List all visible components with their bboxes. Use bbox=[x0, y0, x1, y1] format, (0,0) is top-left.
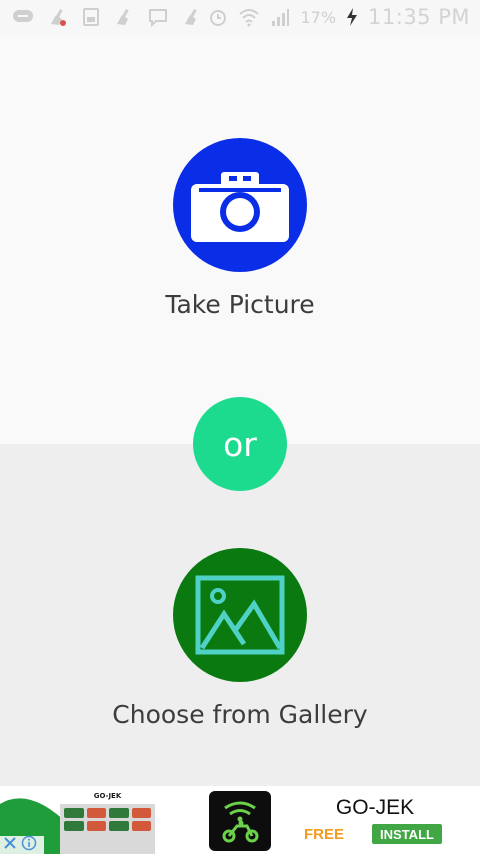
cleaner-icon bbox=[182, 7, 202, 27]
status-bar: 17% 11:35 PM bbox=[0, 0, 480, 34]
install-button[interactable]: INSTALL bbox=[372, 824, 442, 844]
take-picture-label[interactable]: Take Picture bbox=[165, 290, 314, 319]
ad-phone-preview: GO-JEK bbox=[60, 788, 155, 854]
ad-grid-tile bbox=[131, 808, 151, 818]
notification-icons bbox=[12, 7, 202, 27]
take-picture-button[interactable]: Take Picture bbox=[0, 138, 480, 319]
cleaner-icon bbox=[114, 7, 134, 27]
cleaner-icon bbox=[48, 7, 68, 27]
chat-icon bbox=[148, 7, 168, 27]
messaging-icon bbox=[12, 8, 34, 26]
ad-grid-tile bbox=[109, 808, 129, 818]
ad-phone-grid bbox=[60, 804, 155, 835]
or-divider: or bbox=[193, 397, 287, 491]
ad-title[interactable]: GO-JEK bbox=[300, 796, 450, 820]
alarm-icon bbox=[208, 7, 228, 27]
ad-grid-tile bbox=[64, 821, 84, 831]
ad-grid-tile bbox=[86, 808, 106, 818]
ad-banner[interactable]: GO-JEK GO-JEK FREE INSTALL bbox=[0, 786, 480, 854]
signal-icon bbox=[270, 7, 290, 27]
camera-icon[interactable] bbox=[173, 138, 307, 272]
battery-percent: 17% bbox=[300, 7, 337, 27]
scooter-rider-icon[interactable] bbox=[209, 791, 271, 851]
choose-from-gallery-label[interactable]: Choose from Gallery bbox=[112, 700, 367, 729]
ad-grid-tile bbox=[131, 821, 151, 831]
system-status: 17% 11:35 PM bbox=[208, 5, 470, 29]
close-icon[interactable] bbox=[2, 835, 18, 854]
clock: 11:35 PM bbox=[368, 5, 470, 29]
ad-grid-tile bbox=[86, 821, 106, 831]
ad-choices[interactable] bbox=[0, 835, 44, 854]
ad-grid-tile bbox=[64, 808, 84, 818]
info-icon[interactable] bbox=[21, 835, 37, 854]
app-screen: 17% 11:35 PM Take Picture or Choose from… bbox=[0, 0, 480, 854]
wifi-icon bbox=[238, 7, 260, 27]
ad-phone-header: GO-JEK bbox=[60, 788, 155, 804]
ad-grid-tile bbox=[109, 821, 129, 831]
charging-icon bbox=[346, 7, 358, 27]
gallery-icon bbox=[82, 7, 100, 27]
choose-from-gallery-button[interactable]: Choose from Gallery bbox=[0, 548, 480, 729]
gallery-image-icon[interactable] bbox=[173, 548, 307, 682]
ad-price: FREE bbox=[304, 826, 345, 843]
